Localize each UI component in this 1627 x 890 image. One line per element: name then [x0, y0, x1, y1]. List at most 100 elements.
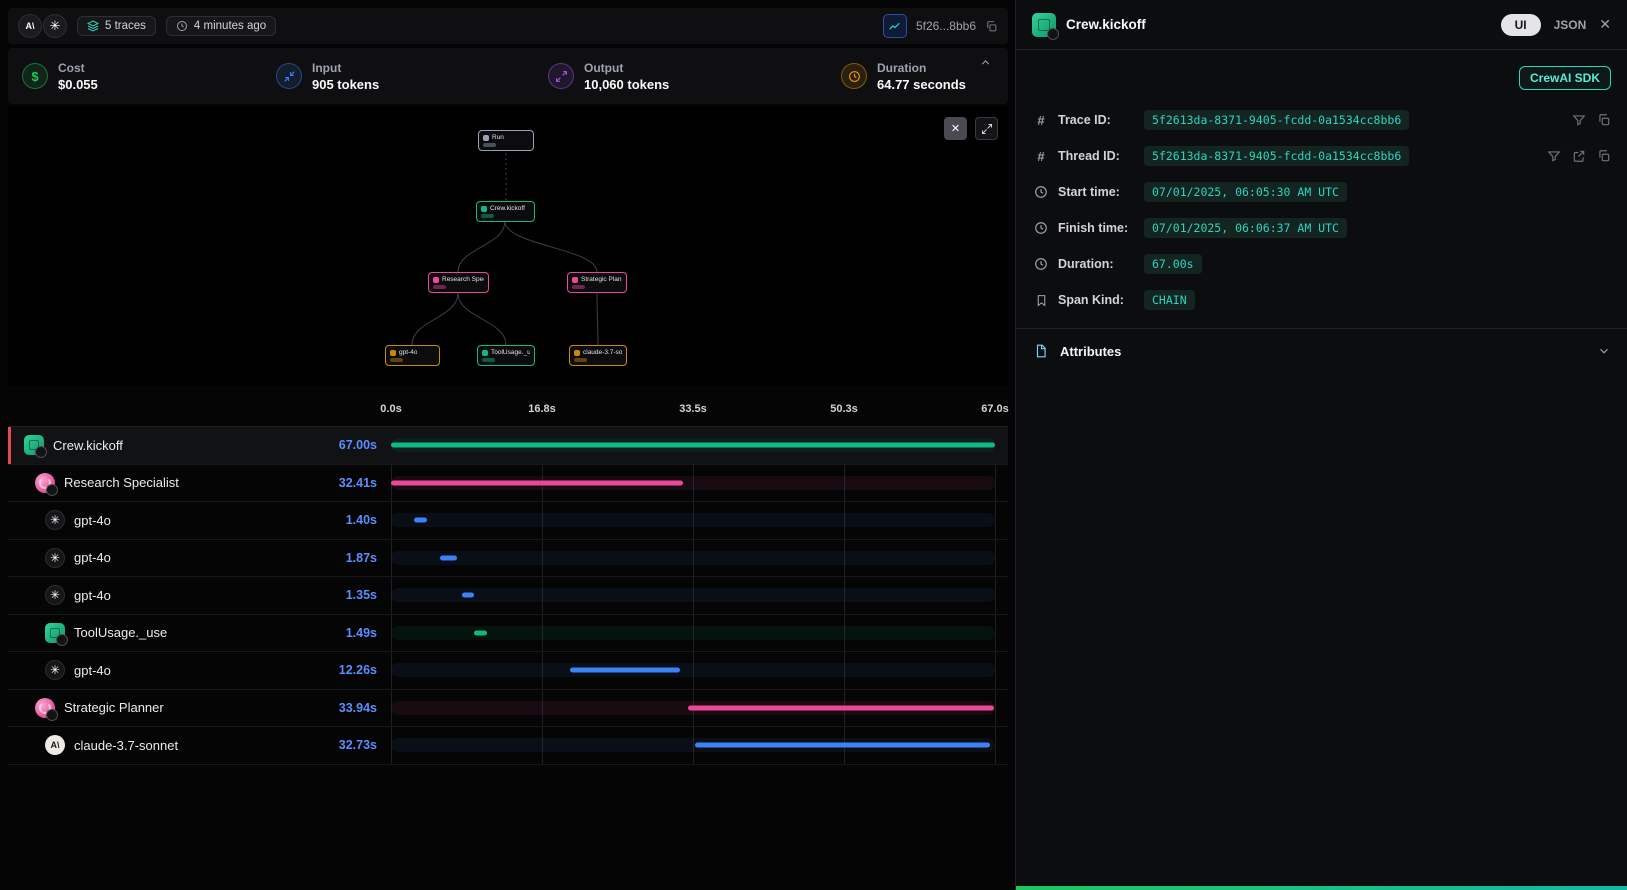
axis-tick: 50.3s: [830, 403, 858, 415]
file-icon: [1032, 344, 1050, 358]
graph-node-crew-kickoff[interactable]: Crew.kickoff: [476, 201, 535, 222]
graph-close-button[interactable]: ✕: [944, 117, 967, 140]
field-start-time: Start time: 07/01/2025, 06:05:30 AM UTC: [1032, 174, 1611, 210]
timeline-bar: [688, 705, 994, 710]
details-body: CrewAI SDK # Trace ID: 5f2613da-8371-940…: [1016, 50, 1627, 886]
waterfall-section: 0.0s 16.8s 33.5s 50.3s 67.0s Crew.kickof…: [8, 394, 1008, 765]
span-duration: 67.00s: [339, 438, 377, 452]
expand-icon: [981, 123, 993, 135]
timeline-row-strategic-planner[interactable]: Strategic Planner 33.94s: [8, 690, 1008, 728]
tool-icon: [45, 623, 65, 643]
stat-duration-label: Duration: [877, 61, 966, 75]
copy-trace-id-button[interactable]: [985, 20, 998, 33]
node-tag-chip: [433, 285, 446, 289]
clock-icon: [1032, 221, 1050, 235]
stat-cost: $ Cost $0.055: [22, 61, 276, 92]
view-toggle: UI JSON ✕: [1501, 14, 1611, 36]
graph-node-run[interactable]: Run: [478, 130, 534, 151]
span-duration: 1.35s: [346, 588, 377, 602]
arrows-in-icon: [276, 63, 302, 89]
openai-icon: [45, 548, 65, 568]
copy-icon: [1597, 149, 1611, 163]
span-duration: 1.87s: [346, 551, 377, 565]
stat-duration: Duration 64.77 seconds: [841, 61, 966, 92]
timeline-bar: [440, 555, 457, 560]
field-finish-time: Finish time: 07/01/2025, 06:06:37 AM UTC: [1032, 210, 1611, 246]
graph-node-strategic-planner[interactable]: Strategic Planner: [567, 272, 627, 293]
funnel-icon: [1547, 149, 1561, 163]
span-duration: 1.49s: [346, 626, 377, 640]
filter-button[interactable]: [1572, 113, 1586, 127]
copy-button[interactable]: [1597, 149, 1611, 163]
node-type-icon: [574, 350, 580, 356]
timeline-row-gpt4o-3[interactable]: gpt-4o 1.35s: [8, 577, 1008, 615]
stat-cost-value: $0.055: [58, 77, 98, 92]
timeline-row-research-specialist[interactable]: Research Specialist32.41s: [8, 465, 1008, 503]
node-tag-chip: [390, 358, 403, 362]
copy-button[interactable]: [1597, 113, 1611, 127]
timeline-row-gpt4o-4[interactable]: gpt-4o12.26s: [8, 652, 1008, 690]
span-graph-panel: Run Crew.kickoff Research Specialist Str…: [8, 106, 1008, 386]
span-name: gpt-4o: [74, 588, 111, 603]
span-name: Crew.kickoff: [53, 438, 123, 453]
node-tag-chip: [482, 358, 495, 362]
traces-count-chip[interactable]: 5 traces: [77, 16, 156, 36]
graph-controls: ✕: [944, 117, 998, 140]
graph-node-toolusage[interactable]: ToolUsage._use: [477, 345, 535, 366]
node-label: Research Specialist: [442, 276, 484, 283]
close-panel-button[interactable]: ✕: [1599, 16, 1611, 33]
details-header: Crew.kickoff UI JSON ✕: [1016, 0, 1627, 50]
span-name: claude-3.7-sonnet: [74, 738, 178, 753]
collapse-stats-button[interactable]: [979, 56, 992, 69]
sdk-row: CrewAI SDK: [1032, 60, 1611, 102]
stat-cost-label: Cost: [58, 61, 98, 75]
dollar-circle-icon: $: [22, 63, 48, 89]
timeline-row-crew-kickoff[interactable]: Crew.kickoff 67.00s: [8, 427, 1008, 465]
agent-icon: [35, 473, 55, 493]
node-tag-chip: [574, 358, 587, 362]
timeline-bar: [391, 480, 683, 485]
main-column: A\ ✳ 5 traces 4 minutes ago 5f26...8bb6: [0, 0, 1015, 890]
graph-node-research-specialist[interactable]: Research Specialist: [428, 272, 489, 293]
timeline-bar: [414, 518, 427, 523]
stat-output-value: 10,060 tokens: [584, 77, 669, 92]
time-ago-chip: 4 minutes ago: [166, 16, 276, 36]
openai-icon: [45, 510, 65, 530]
graph-node-gpt-4o[interactable]: gpt-4o: [385, 345, 440, 366]
metrics-chart-button[interactable]: [883, 14, 907, 38]
span-name: gpt-4o: [74, 663, 111, 678]
stat-duration-value: 64.77 seconds: [877, 77, 966, 92]
filter-button[interactable]: [1547, 149, 1561, 163]
timeline-bar: [391, 443, 995, 448]
span-duration: 33.94s: [339, 701, 377, 715]
timeline-row-gpt4o-1[interactable]: gpt-4o1.40s: [8, 502, 1008, 540]
graph-expand-button[interactable]: [975, 117, 998, 140]
node-label: Strategic Planner: [581, 276, 622, 283]
graph-node-claude[interactable]: claude-3.7-sonnet: [569, 345, 627, 366]
crew-icon: [1032, 13, 1056, 37]
open-thread-button[interactable]: [1572, 149, 1586, 163]
timeline-row-toolusage[interactable]: ToolUsage._use1.49s: [8, 615, 1008, 653]
span-name: Strategic Planner: [64, 700, 164, 715]
timeline-row-claude[interactable]: claude-3.7-sonnet32.73s: [8, 727, 1008, 765]
field-duration: Duration: 67.00s: [1032, 246, 1611, 282]
field-value: 5f2613da-8371-9405-fcdd-0a1534cc8bb6: [1144, 146, 1409, 166]
node-label: claude-3.7-sonnet: [583, 349, 622, 356]
timeline-track: [391, 513, 995, 527]
field-value: 07/01/2025, 06:05:30 AM UTC: [1144, 182, 1347, 202]
node-type-icon: [483, 135, 489, 141]
stat-input-label: Input: [312, 61, 379, 75]
node-tag-chip: [483, 143, 496, 147]
details-panel: Crew.kickoff UI JSON ✕ CrewAI SDK # Trac…: [1015, 0, 1627, 890]
field-value: CHAIN: [1144, 290, 1195, 310]
toggle-json-button[interactable]: JSON: [1554, 18, 1587, 32]
toggle-ui-button[interactable]: UI: [1501, 14, 1541, 36]
node-type-icon: [482, 350, 488, 356]
clock-icon: [1032, 185, 1050, 199]
chevron-down-icon[interactable]: [1597, 344, 1611, 358]
crew-icon: [24, 435, 44, 455]
timeline-bar: [570, 668, 681, 673]
node-tag-chip: [572, 285, 585, 289]
attributes-section-header[interactable]: Attributes: [1032, 329, 1611, 373]
timeline-row-gpt4o-2[interactable]: gpt-4o1.87s: [8, 540, 1008, 578]
